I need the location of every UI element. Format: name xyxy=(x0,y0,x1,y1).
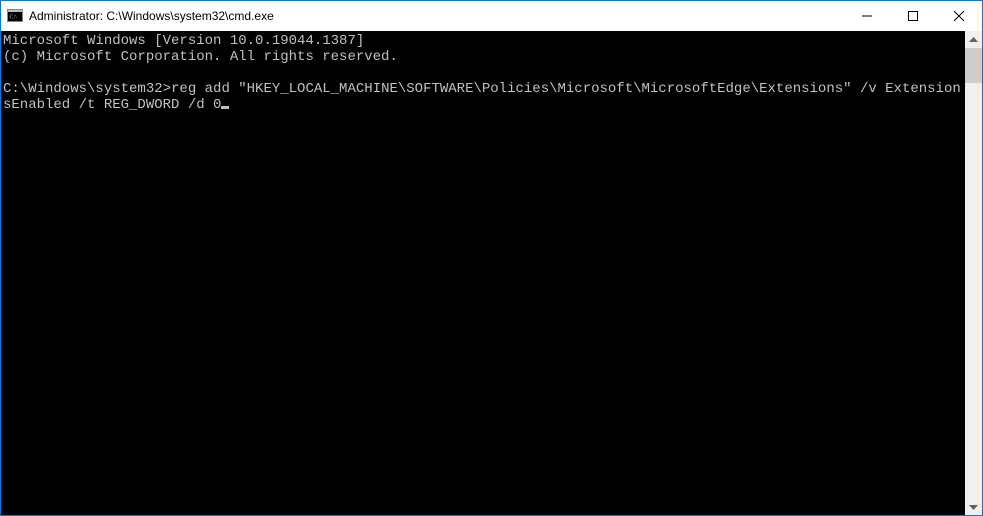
minimize-button[interactable] xyxy=(844,1,890,31)
close-button[interactable] xyxy=(936,1,982,31)
cmd-icon: C:\ xyxy=(7,8,23,24)
scrollbar-thumb[interactable] xyxy=(965,48,982,83)
console-line-copyright: (c) Microsoft Corporation. All rights re… xyxy=(3,49,398,65)
window-controls xyxy=(844,1,982,31)
vertical-scrollbar[interactable] xyxy=(965,31,982,515)
console-output[interactable]: Microsoft Windows [Version 10.0.19044.13… xyxy=(1,31,965,515)
scrollbar-down-button[interactable] xyxy=(965,498,982,515)
cmd-window: C:\ Administrator: C:\Windows\system32\c… xyxy=(0,0,983,516)
console-line-version: Microsoft Windows [Version 10.0.19044.13… xyxy=(3,33,364,49)
console-prompt-line: C:\Windows\system32>reg add "HKEY_LOCAL_… xyxy=(3,81,961,113)
console-area: Microsoft Windows [Version 10.0.19044.13… xyxy=(1,31,982,515)
window-title: Administrator: C:\Windows\system32\cmd.e… xyxy=(29,9,844,23)
scrollbar-up-button[interactable] xyxy=(965,31,982,48)
cursor xyxy=(221,106,229,109)
console-prompt: C:\Windows\system32> xyxy=(3,81,171,97)
svg-text:C:\: C:\ xyxy=(10,15,18,21)
scrollbar-track[interactable] xyxy=(965,48,982,498)
titlebar[interactable]: C:\ Administrator: C:\Windows\system32\c… xyxy=(1,1,982,31)
maximize-button[interactable] xyxy=(890,1,936,31)
